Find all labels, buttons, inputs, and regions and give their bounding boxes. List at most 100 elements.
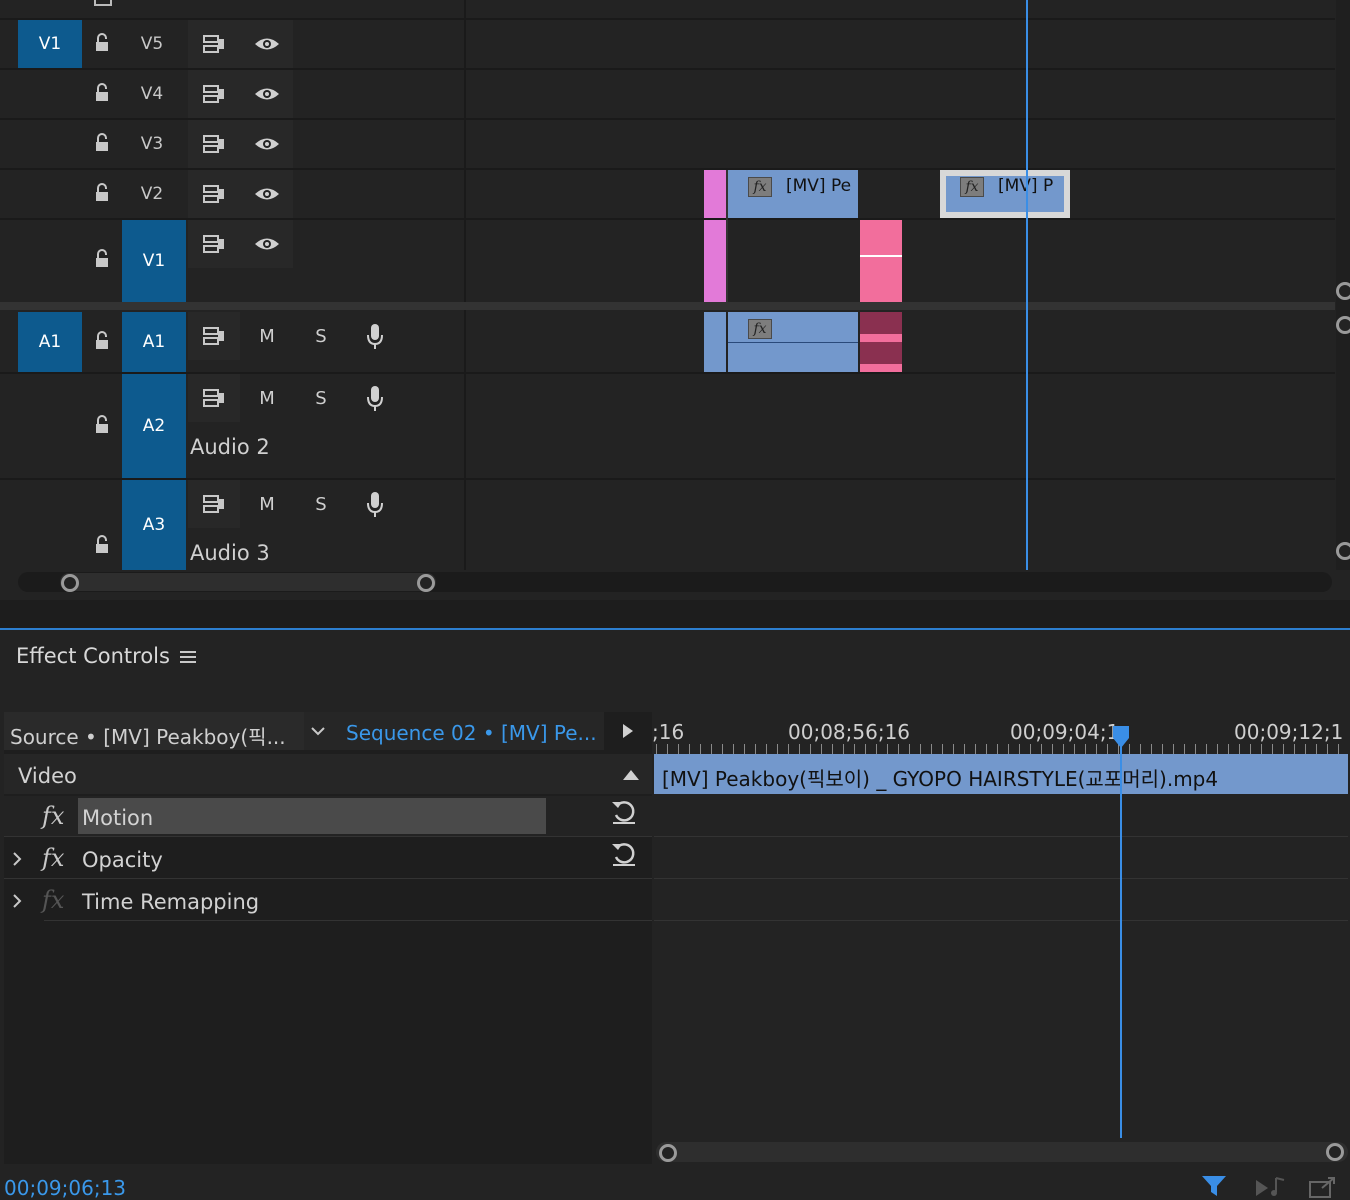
ec-playhead-line[interactable] <box>1120 730 1122 1138</box>
track-divider <box>464 0 466 570</box>
ec-playhead-handle[interactable] <box>1111 726 1131 748</box>
lock-icon[interactable] <box>87 410 117 440</box>
mute-button[interactable]: M <box>252 494 282 515</box>
sequence-label[interactable]: Sequence 02 • [MV] Pe... <box>346 721 597 745</box>
scroll-handle[interactable] <box>1336 542 1350 560</box>
fx-badge: fx <box>960 177 984 197</box>
lock-icon[interactable] <box>87 78 117 108</box>
mute-button[interactable]: M <box>252 388 282 409</box>
eye-icon[interactable] <box>252 179 282 209</box>
transition-clip-v2[interactable] <box>704 170 726 218</box>
track-target-a3[interactable]: A3 <box>122 480 186 570</box>
mute-button[interactable]: M <box>252 326 282 347</box>
video-header-label: Video <box>18 764 77 788</box>
effect-name-time-remapping[interactable]: Time Remapping <box>82 890 259 914</box>
fx-toggle-icon[interactable]: fx <box>42 802 64 830</box>
audio-clip-pink[interactable] <box>860 312 902 372</box>
fx-toggle-icon[interactable]: fx <box>42 844 64 872</box>
eye-icon[interactable] <box>252 229 282 259</box>
lock-icon[interactable] <box>87 28 117 58</box>
source-label[interactable]: Source • [MV] Peakboy(픽... <box>10 721 286 750</box>
expand-chevron-icon[interactable] <box>12 893 22 909</box>
source-patch-a1[interactable]: A1 <box>18 312 82 372</box>
effect-name-opacity[interactable]: Opacity <box>82 848 163 872</box>
sync-lock-icon[interactable] <box>198 129 228 159</box>
zoom-handle-left[interactable] <box>61 574 79 592</box>
track-label-v5[interactable]: V5 <box>132 34 172 54</box>
current-timecode[interactable]: 00;09;06;13 <box>4 1176 126 1200</box>
video-clip[interactable]: fx [MV] Pe <box>728 170 858 218</box>
ec-zoom-handle-left[interactable] <box>659 1144 677 1162</box>
sync-lock-icon[interactable] <box>198 321 228 351</box>
lock-icon[interactable] <box>87 530 117 560</box>
track-target-v1[interactable]: V1 <box>122 220 186 302</box>
ruler-label: 00;09;04;1 <box>1010 720 1120 744</box>
effect-controls-panel: Effect Controls Source • [MV] Peakboy(픽.… <box>0 630 1350 1200</box>
solo-button[interactable]: S <box>306 326 336 347</box>
timeline-panel: V1 V5 V4 V3 V2 V1 A1 A1 M S A2 M S Audio… <box>0 0 1350 600</box>
panel-menu-icon[interactable] <box>180 649 196 665</box>
ec-zoom-handle-right[interactable] <box>1326 1143 1344 1161</box>
track-label-v4[interactable]: V4 <box>132 84 172 104</box>
fx-badge: fx <box>748 319 772 339</box>
lock-icon[interactable] <box>87 244 117 274</box>
microphone-icon[interactable] <box>360 322 390 352</box>
video-clip-selected[interactable]: fx [MV] P <box>940 170 1070 218</box>
effect-name-motion[interactable]: Motion <box>82 806 153 830</box>
microphone-icon[interactable] <box>360 490 390 520</box>
filter-icon[interactable] <box>1200 1174 1228 1198</box>
panel-separator <box>0 600 1350 628</box>
eye-icon[interactable] <box>252 129 282 159</box>
audio-clip[interactable] <box>704 312 726 372</box>
reset-icon[interactable] <box>610 798 638 826</box>
fx-badge: fx <box>748 177 772 197</box>
collapse-triangle-icon[interactable] <box>622 769 640 781</box>
transition-clip-v1[interactable] <box>704 220 726 302</box>
sync-lock-icon[interactable] <box>198 489 228 519</box>
scroll-handle[interactable] <box>1336 282 1350 300</box>
video-audio-divider[interactable] <box>0 302 1335 310</box>
microphone-icon[interactable] <box>360 384 390 414</box>
audio-clip[interactable]: fx <box>728 312 858 372</box>
sync-lock-icon[interactable] <box>198 383 228 413</box>
chevron-down-icon[interactable] <box>310 726 326 736</box>
solo-button[interactable]: S <box>306 388 336 409</box>
reset-icon[interactable] <box>610 840 638 868</box>
playhead-line[interactable] <box>1026 0 1028 570</box>
ruler-label: 00;08;56;16 <box>788 720 911 744</box>
sync-lock-icon[interactable] <box>198 29 228 59</box>
video-section-header[interactable] <box>4 754 652 794</box>
lock-icon[interactable] <box>87 128 117 158</box>
export-icon[interactable] <box>1308 1176 1338 1198</box>
track-name-audio-3: Audio 3 <box>190 541 270 565</box>
ec-clip-name: [MV] Peakboy(픽보이) _ GYOPO HAIRSTYLE(교포머리… <box>662 767 1219 791</box>
track-label-v2[interactable]: V2 <box>132 184 172 204</box>
panel-title[interactable]: Effect Controls <box>16 644 170 668</box>
ruler-label: ;16 <box>652 720 685 744</box>
play-audio-icon[interactable] <box>1254 1176 1288 1198</box>
video-clip-pink[interactable] <box>860 220 902 302</box>
track-target-a1[interactable]: A1 <box>122 312 186 372</box>
lock-icon[interactable] <box>87 326 117 356</box>
lock-icon[interactable] <box>87 178 117 208</box>
fx-disabled-icon: fx <box>42 886 65 914</box>
ruler-label: 00;09;12;1 <box>1234 720 1344 744</box>
scroll-handle[interactable] <box>1336 316 1350 334</box>
horizontal-scroll-thumb[interactable] <box>60 573 436 591</box>
source-patch-v1[interactable]: V1 <box>18 20 82 68</box>
track-label-v3[interactable]: V3 <box>132 134 172 154</box>
sync-lock-icon[interactable] <box>198 229 228 259</box>
track-name-audio-2: Audio 2 <box>190 435 270 459</box>
sync-lock-icon[interactable] <box>198 179 228 209</box>
sync-lock-icon[interactable] <box>198 79 228 109</box>
solo-button[interactable]: S <box>306 494 336 515</box>
ec-scroll-track[interactable] <box>656 1142 1348 1162</box>
track-target-a2[interactable]: A2 <box>122 374 186 478</box>
time-ruler[interactable] <box>656 744 1348 754</box>
clip-name: [MV] Pe <box>786 176 852 196</box>
play-triangle-icon[interactable] <box>622 723 634 739</box>
eye-icon[interactable] <box>252 29 282 59</box>
expand-chevron-icon[interactable] <box>12 851 22 867</box>
zoom-handle-right[interactable] <box>417 574 435 592</box>
eye-icon[interactable] <box>252 79 282 109</box>
